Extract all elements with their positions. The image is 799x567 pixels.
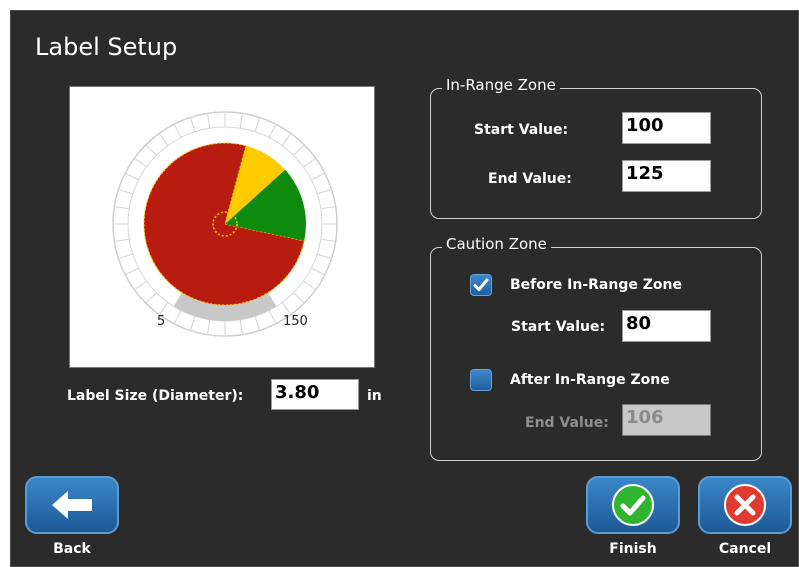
caution-end-label: End Value:: [525, 415, 609, 431]
in-range-zone-group: [430, 88, 762, 219]
arrow-left-icon: [52, 491, 92, 519]
in-range-start-input[interactable]: 100: [622, 112, 711, 144]
check-icon: [473, 278, 489, 291]
page-title: Label Setup: [35, 33, 178, 61]
back-button-label: Back: [53, 541, 91, 557]
back-button[interactable]: [25, 476, 119, 534]
label-size-label: Label Size (Diameter):: [67, 388, 244, 404]
x-icon: [724, 484, 766, 526]
caution-end-input: 106: [622, 404, 711, 436]
caution-start-label: Start Value:: [511, 319, 606, 335]
label-size-input[interactable]: 3.80: [271, 379, 359, 410]
finish-button[interactable]: [586, 476, 680, 534]
label-setup-screen: Label Setup 5 150 Label Size (Diameter):…: [10, 10, 799, 567]
after-in-range-checkbox[interactable]: [470, 369, 492, 391]
before-in-range-checkbox[interactable]: [470, 274, 492, 296]
checkmark-icon: [612, 484, 654, 526]
finish-button-label: Finish: [609, 541, 657, 557]
caution-zone-legend: Caution Zone: [442, 235, 551, 253]
cancel-button[interactable]: [698, 476, 792, 534]
caution-start-input[interactable]: 80: [622, 310, 711, 342]
label-preview: 5 150: [69, 86, 375, 368]
before-in-range-label: Before In-Range Zone: [510, 277, 682, 293]
in-range-start-label: Start Value:: [474, 122, 569, 138]
tick-label-max: 150: [283, 314, 308, 329]
after-in-range-label: After In-Range Zone: [510, 372, 670, 388]
label-size-unit: in: [367, 388, 382, 404]
cancel-button-label: Cancel: [718, 541, 772, 557]
tick-label-min: 5: [157, 314, 165, 329]
in-range-end-label: End Value:: [488, 171, 572, 187]
in-range-zone-legend: In-Range Zone: [442, 76, 560, 94]
in-range-end-input[interactable]: 125: [622, 160, 711, 192]
gauge-preview-graphic: 5 150: [112, 111, 338, 337]
